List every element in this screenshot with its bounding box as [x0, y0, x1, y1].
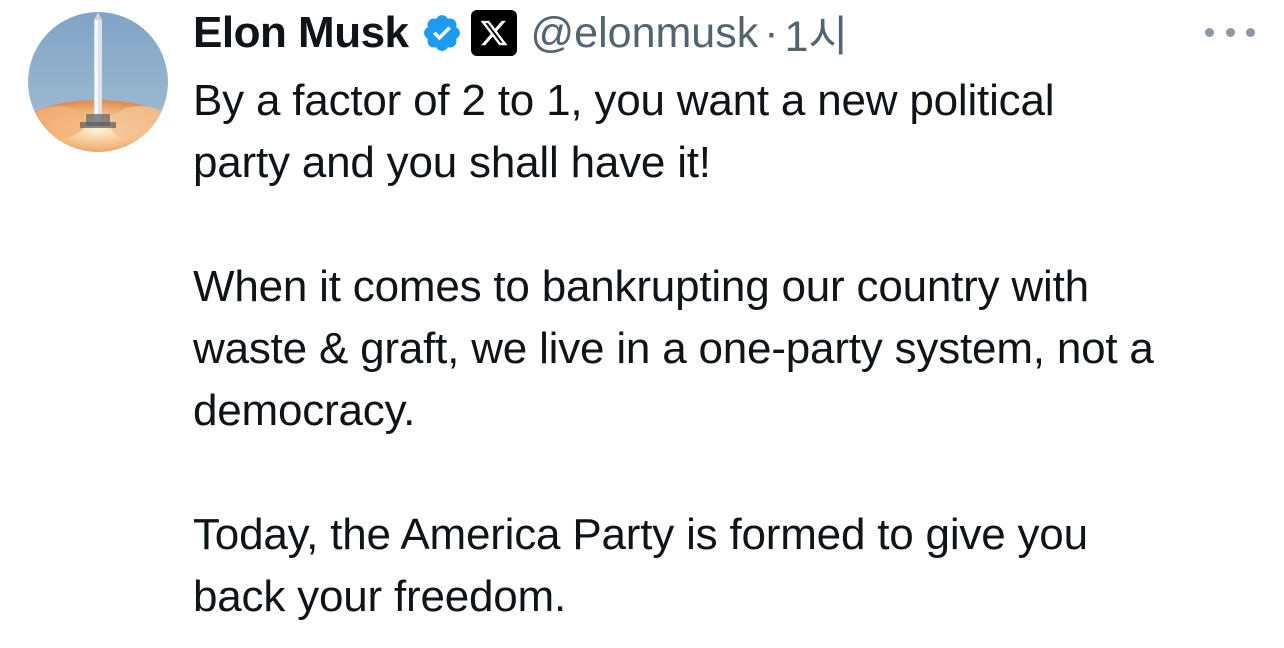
rocket-launch-image	[28, 12, 168, 152]
tweet-line: back your freedom.	[193, 572, 567, 621]
tweet-text: By a factor of 2 to 1, you want a new po…	[193, 70, 1273, 628]
more-dot	[1225, 27, 1235, 37]
author-handle[interactable]: @elonmusk	[531, 9, 759, 58]
separator-dot: ·	[764, 8, 779, 57]
tweet-header: Elon Musk @elonmusk · 1시	[193, 4, 1273, 62]
tweet-line: Today, the America Party is formed to gi…	[193, 510, 1088, 559]
more-dot	[1246, 27, 1255, 37]
verified-badge-icon[interactable]	[421, 12, 463, 54]
more-options-icon[interactable]	[1205, 22, 1255, 42]
avatar[interactable]	[28, 12, 168, 152]
tweet-line: democracy.	[193, 386, 416, 435]
x-logo-icon[interactable]	[470, 10, 517, 56]
tweet-line: When it comes to bankrupting our country…	[193, 262, 1089, 311]
tweet-content: Elon Musk @elonmusk · 1시 By a factor of …	[193, 4, 1273, 628]
tweet-line: waste & graft, we live in a one-party sy…	[193, 324, 1154, 373]
author-name[interactable]: Elon Musk	[193, 8, 409, 58]
more-dot	[1205, 27, 1214, 37]
tweet[interactable]: Elon Musk @elonmusk · 1시 By a factor of …	[0, 0, 1284, 648]
tweet-line: party and you shall have it!	[193, 138, 711, 187]
timestamp[interactable]: 1시	[785, 2, 848, 64]
tweet-line: By a factor of 2 to 1, you want a new po…	[193, 76, 1055, 125]
